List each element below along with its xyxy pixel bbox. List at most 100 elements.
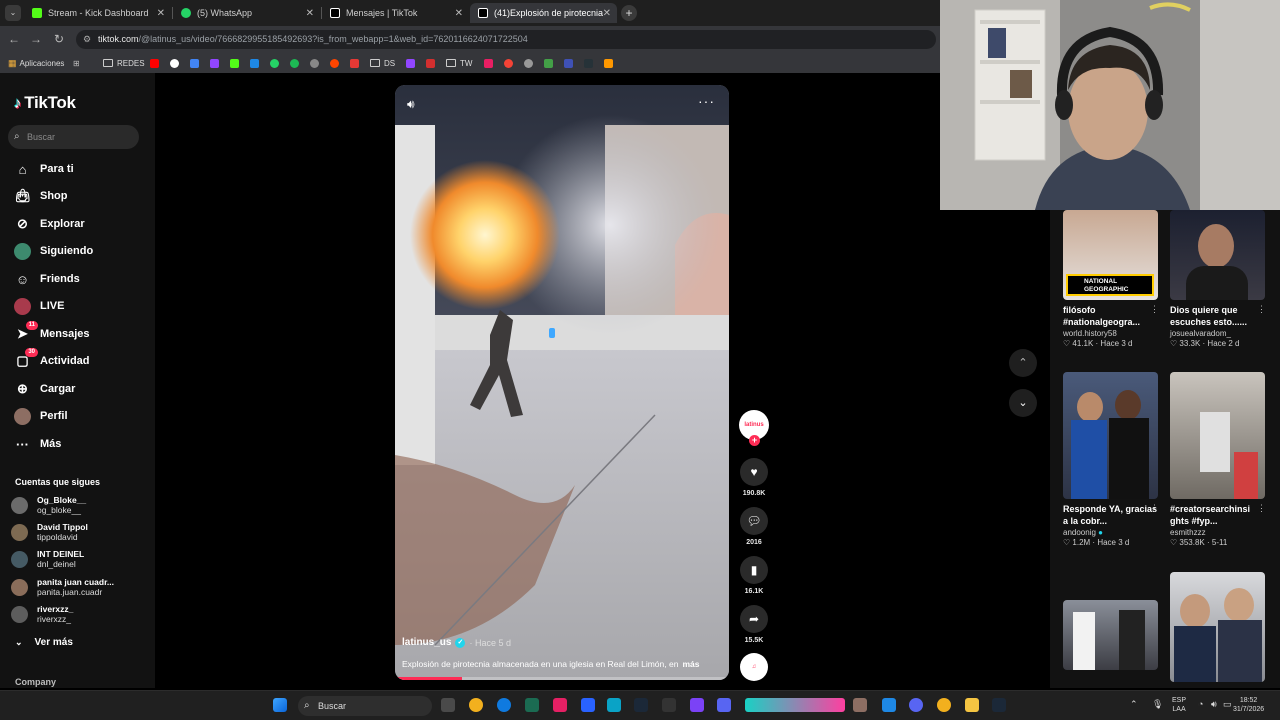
spotify-bookmark-icon[interactable] xyxy=(290,57,303,69)
windows-start-icon[interactable] xyxy=(273,698,287,712)
new-tab-button[interactable]: + xyxy=(621,5,637,21)
suggestion-card[interactable]: Dios quiere que escuches esto...... josu… xyxy=(1170,210,1266,348)
following-account[interactable]: INT DEINEL dnl_deinel xyxy=(11,549,84,569)
language-indicator[interactable]: ESP LAA xyxy=(1172,696,1186,714)
discord-taskbar-icon[interactable] xyxy=(909,698,923,712)
previous-video-chevron-up-icon[interactable]: ⌃ xyxy=(1009,349,1037,377)
channel-avatar-button[interactable]: latinus + xyxy=(738,410,770,446)
close-tab-icon[interactable]: ✕ xyxy=(455,8,463,19)
more-options-icon[interactable]: ··· xyxy=(698,93,715,109)
kebab-menu-icon[interactable]: ⋮ xyxy=(1150,503,1159,514)
save-button[interactable]: ▮ 16.1K xyxy=(738,556,770,595)
youtube-bookmark-icon[interactable] xyxy=(150,57,163,69)
close-tab-icon[interactable]: ✕ xyxy=(603,8,611,19)
bookmark-folder-tw[interactable]: TW xyxy=(446,57,472,69)
suggestion-card[interactable]: #creatorsearchinsi ghts #fyp... esmithzz… xyxy=(1170,372,1266,547)
tiktok-taskbar-icon[interactable] xyxy=(553,698,567,712)
nav-perfil[interactable]: Perfil xyxy=(14,406,68,426)
blue-bookmark-icon[interactable] xyxy=(564,57,577,69)
grid-icon[interactable]: ⊞ xyxy=(73,57,80,69)
next-video-chevron-down-icon[interactable]: ⌄ xyxy=(1009,389,1037,417)
app-taskbar-icon[interactable] xyxy=(607,698,621,712)
app-taskbar-icon[interactable] xyxy=(662,698,676,712)
reddit-bookmark-icon[interactable] xyxy=(330,57,343,69)
tray-chevron-up-icon[interactable]: ⌃ xyxy=(1130,700,1138,709)
bookmark-folder-ds[interactable]: DS xyxy=(370,57,395,69)
suggestion-card[interactable] xyxy=(1063,600,1159,670)
forward-arrow-icon[interactable]: → xyxy=(29,32,43,46)
tab-kick-dashboard[interactable]: Stream - Kick Dashboard ✕ xyxy=(24,3,171,23)
cloud-bookmark-icon[interactable] xyxy=(250,57,263,69)
pink-bookmark-icon[interactable] xyxy=(484,57,497,69)
suggestion-card[interactable]: NATIONAL GEOGRAPHIC filósofo #nationalge… xyxy=(1063,210,1159,348)
suggestion-card[interactable] xyxy=(1170,572,1266,682)
kebab-menu-icon[interactable]: ⋮ xyxy=(1150,304,1159,315)
nav-shop[interactable]: 👜︎ Shop xyxy=(14,186,67,206)
nav-mensajes[interactable]: ➤ 11 Mensajes xyxy=(14,320,90,344)
video-progress-bar[interactable] xyxy=(395,677,729,680)
back-arrow-icon[interactable]: ← xyxy=(7,32,21,46)
globe-bookmark-icon[interactable] xyxy=(310,57,323,69)
wifi-icon[interactable]: ◔ xyxy=(1198,700,1203,709)
dark-bookmark-icon[interactable] xyxy=(584,57,597,69)
task-view-icon[interactable] xyxy=(441,698,455,712)
kebab-menu-icon[interactable]: ⋮ xyxy=(1257,304,1266,315)
bookmark-folder-redes[interactable]: REDES xyxy=(103,57,145,69)
video-author[interactable]: latinus_us xyxy=(402,637,451,648)
app-taskbar-icon[interactable] xyxy=(717,698,731,712)
following-account[interactable]: riverxzz_ riverxzz_ xyxy=(11,604,73,624)
red-circle-bookmark-icon[interactable] xyxy=(504,57,517,69)
app-taskbar-icon[interactable] xyxy=(745,698,845,712)
see-more-button[interactable]: ⌄ Ver más xyxy=(15,637,73,648)
following-account[interactable]: Og_Bloke__ og_bloke__ xyxy=(11,495,86,515)
comment-button[interactable]: 💬︎ 2016 xyxy=(738,507,770,546)
kebab-menu-icon[interactable]: ⋮ xyxy=(1257,503,1266,514)
edge-taskbar-icon[interactable] xyxy=(497,698,511,712)
more-link[interactable]: más xyxy=(682,659,699,669)
tab-search-icon[interactable]: ⌄ xyxy=(5,5,21,21)
close-tab-icon[interactable]: ✕ xyxy=(306,8,314,19)
file-explorer-icon[interactable] xyxy=(965,698,979,712)
nav-actividad[interactable]: ▢ 30 Actividad xyxy=(14,347,90,371)
company-link[interactable]: Company xyxy=(15,677,56,687)
close-tab-icon[interactable]: ✕ xyxy=(157,8,165,19)
nav-para-ti[interactable]: ⌂ Para ti xyxy=(14,159,74,179)
follow-plus-icon[interactable]: + xyxy=(749,435,760,446)
steam-taskbar-icon[interactable] xyxy=(634,698,648,712)
tab-tiktok-video[interactable]: (41)Explosión de pirotecnia alm ✕ xyxy=(470,3,617,23)
twitch-bookmark-icon[interactable] xyxy=(406,57,419,69)
steam-taskbar-icon[interactable] xyxy=(992,698,1006,712)
green-bookmark-icon[interactable] xyxy=(544,57,557,69)
like-button[interactable]: ♥ 190.8K xyxy=(738,458,770,497)
clock[interactable]: 18:52 31/7/2026 xyxy=(1233,696,1264,714)
nav-mas[interactable]: ··· Más xyxy=(14,434,61,454)
microphone-icon[interactable]: 🎙︎ xyxy=(1152,700,1163,709)
taskbar-search[interactable]: ⌕ Buscar xyxy=(298,696,432,716)
twitch-bookmark-icon[interactable] xyxy=(210,57,223,69)
suggestion-card[interactable]: Responde YA, gracias a la cobr... andoon… xyxy=(1063,372,1159,547)
chrome-taskbar-icon[interactable] xyxy=(469,698,483,712)
volume-icon[interactable]: 🔊︎ xyxy=(407,97,415,112)
site-info-icon[interactable]: ⚙ xyxy=(83,30,91,49)
following-account[interactable]: David Tippol tippoldavid xyxy=(11,522,88,542)
nav-friends[interactable]: ☺ Friends xyxy=(14,269,80,289)
nav-explorar[interactable]: ⊘ Explorar xyxy=(14,214,85,234)
nav-live[interactable]: LIVE xyxy=(14,296,64,316)
app-taskbar-icon[interactable] xyxy=(525,698,539,712)
bookmark-apps[interactable]: ▦ Aplicaciones xyxy=(8,57,64,69)
red-bookmark-icon[interactable] xyxy=(426,57,439,69)
volume-icon[interactable]: 🔊︎ xyxy=(1211,700,1217,709)
orange-bookmark-icon[interactable] xyxy=(604,57,617,69)
maps-bookmark-icon[interactable] xyxy=(190,57,203,69)
nav-siguiendo[interactable]: Siguiendo xyxy=(14,241,93,261)
app-taskbar-icon[interactable] xyxy=(882,698,896,712)
url-input[interactable]: ⚙ tiktok.com/@latinus_us/video/766682995… xyxy=(76,30,936,49)
alert-bookmark-icon[interactable] xyxy=(350,57,363,69)
gray-bookmark-icon[interactable] xyxy=(524,57,537,69)
sound-disc-button[interactable]: ♫ xyxy=(738,653,770,681)
chrome-taskbar-icon[interactable] xyxy=(937,698,951,712)
video-player[interactable]: 🔊︎ ··· latinus_us ✓ · Hace 5 d Explosión… xyxy=(395,85,729,680)
tab-whatsapp[interactable]: (5) WhatsApp ✕ xyxy=(173,3,320,23)
app-taskbar-icon[interactable] xyxy=(581,698,595,712)
following-account[interactable]: panita juan cuadr... panita.juan.cuadr xyxy=(11,577,114,597)
